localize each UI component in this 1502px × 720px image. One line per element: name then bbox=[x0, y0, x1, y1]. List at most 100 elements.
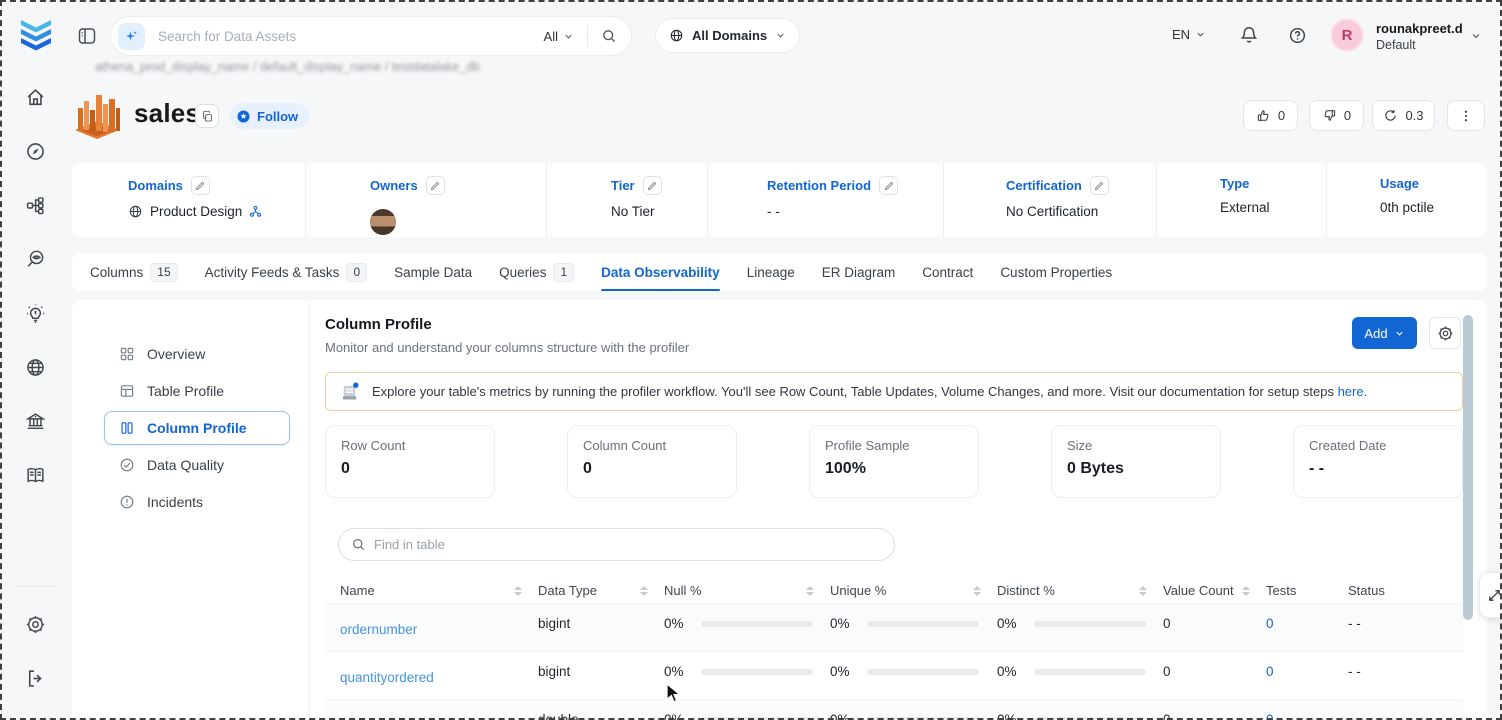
sort-carets-icon[interactable] bbox=[973, 585, 981, 596]
settings-icon[interactable] bbox=[0, 597, 70, 651]
tab-count-badge: 15 bbox=[150, 262, 178, 282]
version-history-button[interactable]: 0.3 bbox=[1372, 100, 1435, 131]
metadata-label: Retention Period bbox=[767, 178, 872, 193]
banner-here-link[interactable]: here. bbox=[1338, 384, 1368, 399]
profile-nav-item[interactable]: Column Profile bbox=[104, 411, 290, 445]
entity-tab[interactable]: Data Observability bbox=[601, 253, 720, 291]
entity-tab[interactable]: Queries 1 bbox=[499, 253, 575, 291]
entity-tab[interactable]: Custom Properties bbox=[1000, 253, 1112, 291]
downvote-button[interactable]: 0 bbox=[1309, 100, 1364, 131]
tests-count-link[interactable]: 0 bbox=[1266, 664, 1274, 679]
nav-item-icon bbox=[119, 420, 135, 436]
summary-card: Created Date - - bbox=[1293, 425, 1463, 498]
collate-logo[interactable] bbox=[18, 15, 54, 55]
find-in-table-input[interactable] bbox=[374, 537, 882, 552]
profile-nav-item[interactable]: Incidents bbox=[104, 485, 290, 519]
sort-carets-icon[interactable] bbox=[514, 585, 522, 596]
column-name-link[interactable]: ordernumber bbox=[340, 622, 417, 637]
profile-summary-cards: Row Count 0 Column Count 0 Profile Sampl… bbox=[325, 425, 1463, 498]
value-count-cell: 0 bbox=[1163, 616, 1171, 631]
gear-icon bbox=[1438, 326, 1452, 340]
ai-sparkle-icon[interactable] bbox=[118, 22, 145, 50]
metadata-label: Usage bbox=[1380, 176, 1420, 191]
profiler-settings-button[interactable] bbox=[1429, 317, 1461, 349]
panel-scrollbar-thumb[interactable] bbox=[1463, 315, 1473, 620]
breadcrumb[interactable]: athena_prod_display_name / default_displ… bbox=[95, 60, 515, 74]
explore-icon[interactable] bbox=[0, 124, 70, 178]
home-icon[interactable] bbox=[0, 70, 70, 124]
insights-icon[interactable] bbox=[0, 286, 70, 340]
profile-nav-item[interactable]: Table Profile bbox=[104, 374, 290, 408]
follow-button[interactable]: Follow bbox=[230, 103, 310, 129]
entity-tab[interactable]: Contract bbox=[922, 253, 973, 291]
tab-count-badge: 0 bbox=[346, 262, 368, 282]
edit-pencil-icon[interactable] bbox=[1089, 176, 1109, 195]
entity-tab[interactable]: Columns 15 bbox=[90, 253, 178, 291]
data-type-cell: double bbox=[538, 712, 579, 720]
search-scope-dropdown[interactable]: All bbox=[544, 29, 574, 44]
panel-title: Column Profile bbox=[325, 316, 432, 333]
glossary-icon[interactable] bbox=[0, 448, 70, 502]
sort-carets-icon[interactable] bbox=[1242, 585, 1250, 596]
help-icon[interactable] bbox=[1288, 26, 1307, 45]
rail-divider bbox=[13, 586, 57, 587]
sort-carets-icon[interactable] bbox=[640, 585, 648, 596]
nav-item-icon bbox=[119, 383, 135, 399]
more-actions-button[interactable] bbox=[1447, 100, 1485, 131]
chevron-down-icon[interactable] bbox=[1470, 30, 1482, 42]
null-pct-value: 0% bbox=[664, 616, 684, 631]
summary-card-label: Column Count bbox=[583, 438, 667, 453]
edit-pencil-icon[interactable] bbox=[190, 176, 210, 195]
unique-pct-value: 0% bbox=[830, 712, 850, 720]
entity-metadata-strip: Domains Product Design Owners Tier No Ti… bbox=[72, 163, 1487, 237]
distinct-pct-value: 0% bbox=[997, 616, 1017, 631]
edit-pencil-icon[interactable] bbox=[879, 176, 899, 195]
edit-pencil-icon[interactable] bbox=[642, 176, 662, 195]
user-menu[interactable]: rounakpreet.d Default bbox=[1376, 21, 1463, 52]
data-observability-panel: Overview Table Profile Column Profile Da… bbox=[72, 300, 1487, 720]
notifications-bell-icon[interactable] bbox=[1239, 25, 1259, 45]
edit-pencil-icon[interactable] bbox=[425, 176, 445, 195]
profile-nav-item[interactable]: Overview bbox=[104, 337, 290, 371]
add-button[interactable]: Add bbox=[1352, 317, 1417, 349]
summary-card: Column Count 0 bbox=[567, 425, 737, 498]
entity-tab[interactable]: ER Diagram bbox=[822, 253, 896, 291]
summary-card-value: 0 bbox=[583, 460, 592, 477]
user-avatar[interactable]: R bbox=[1330, 18, 1364, 52]
panel-subtitle: Monitor and understand your columns stru… bbox=[325, 340, 690, 355]
domains-icon[interactable] bbox=[0, 340, 70, 394]
owner-avatar[interactable] bbox=[370, 209, 396, 235]
entity-tab[interactable]: Activity Feeds & Tasks 0 bbox=[205, 253, 368, 291]
governance-icon[interactable] bbox=[0, 394, 70, 448]
expand-panel-button[interactable] bbox=[1479, 572, 1502, 618]
entity-tab[interactable]: Lineage bbox=[747, 253, 795, 291]
sort-carets-icon[interactable] bbox=[806, 585, 814, 596]
data-assets-icon[interactable] bbox=[0, 178, 70, 232]
summary-card-value: - - bbox=[1309, 460, 1325, 477]
search-input[interactable] bbox=[158, 28, 544, 44]
column-name-link[interactable]: quantityordered bbox=[340, 670, 434, 685]
metadata-column: Usage 0th pctile bbox=[1327, 163, 1487, 237]
copy-name-button[interactable] bbox=[195, 104, 219, 128]
metadata-value: No Certification bbox=[1006, 204, 1099, 219]
upvote-button[interactable]: 0 bbox=[1243, 100, 1298, 131]
summary-card-label: Created Date bbox=[1309, 438, 1387, 453]
chevron-down-icon bbox=[1197, 32, 1204, 37]
language-dropdown[interactable]: EN bbox=[1172, 27, 1206, 42]
sidebar-toggle-icon[interactable] bbox=[77, 26, 97, 46]
tests-count-link[interactable]: 0 bbox=[1266, 712, 1274, 720]
all-domains-dropdown[interactable]: All Domains bbox=[655, 18, 801, 53]
entity-tab[interactable]: Sample Data bbox=[394, 253, 472, 291]
logout-icon[interactable] bbox=[0, 651, 70, 705]
search-icon[interactable] bbox=[601, 28, 617, 44]
value-count-cell: 0 bbox=[1163, 664, 1171, 679]
sort-carets-icon[interactable] bbox=[1139, 585, 1147, 596]
unique-pct-value: 0% bbox=[830, 664, 850, 679]
tests-count-link[interactable]: 0 bbox=[1266, 616, 1274, 631]
find-in-table bbox=[338, 528, 895, 561]
null-pct-bar bbox=[700, 716, 813, 720]
profile-nav-item[interactable]: Data Quality bbox=[104, 448, 290, 482]
globe-icon bbox=[670, 29, 683, 42]
domain-type-icon[interactable] bbox=[249, 205, 262, 218]
observability-icon[interactable] bbox=[0, 232, 70, 286]
